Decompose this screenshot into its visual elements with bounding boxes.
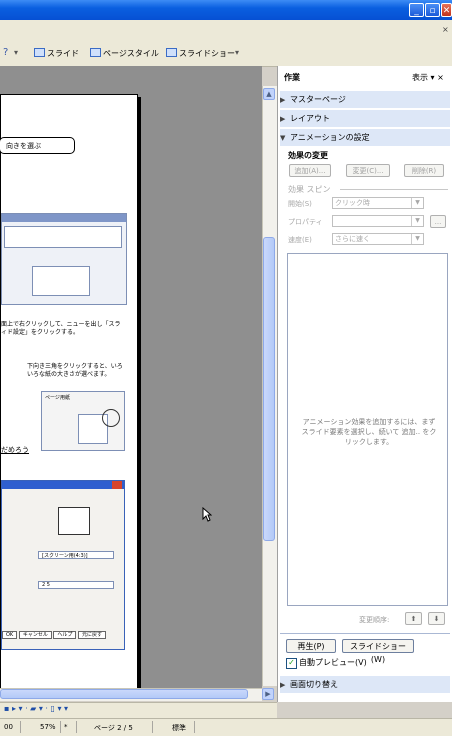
- slide-icon: [34, 48, 45, 57]
- section-transition[interactable]: ▶ 画面切り替え: [280, 676, 450, 693]
- status-separator: [194, 721, 195, 733]
- scroll-up-icon[interactable]: ▲: [263, 88, 275, 100]
- status-separator: [76, 721, 77, 733]
- expand-icon: ▶: [280, 96, 286, 104]
- move-down-icon[interactable]: ⬇: [428, 612, 445, 625]
- auto-preview-checkbox[interactable]: ✓: [286, 658, 297, 669]
- status-zoom[interactable]: 57%: [40, 723, 56, 731]
- add-effect-button[interactable]: 追加(A)...: [289, 164, 331, 177]
- delete-effect-button[interactable]: 削除(R): [404, 164, 444, 177]
- expand-icon: ▶: [280, 115, 286, 123]
- mouse-cursor-icon: [202, 507, 212, 522]
- toolbar-overflow-icon[interactable]: ▾: [235, 48, 239, 57]
- slide-screenshot-toolbar: [4, 226, 122, 248]
- slide-dialog-buttons: OK キャンセル ヘルプ 元に戻す: [2, 631, 107, 639]
- play-button[interactable]: 再生(P): [286, 639, 336, 653]
- highlight-circle: [102, 409, 120, 427]
- slide-instruction-1: 面上で右クリックして、ニューを出し「スラ ィド設定」をクリックする。: [1, 321, 121, 336]
- speed-label: 速度(E): [288, 236, 312, 244]
- maximize-icon[interactable]: ▫: [425, 3, 440, 17]
- slide-dialog-close-icon: [112, 481, 122, 489]
- slide-screenshot-table: [32, 266, 90, 296]
- slide-dialog-field: 2 5: [38, 581, 114, 589]
- status-separator: [152, 721, 153, 733]
- section-animation[interactable]: ▼ アニメーションの設定: [280, 129, 450, 146]
- section-layout[interactable]: ▶ レイアウト: [280, 110, 450, 127]
- speed-group-label: 効果 スピン: [288, 185, 331, 194]
- pane-divider: [280, 633, 450, 634]
- property-label: プロパティ: [288, 218, 323, 226]
- close-icon[interactable]: ✕: [441, 3, 452, 17]
- minimize-icon[interactable]: _: [409, 3, 424, 17]
- start-label: 開始(S): [288, 200, 312, 208]
- property-select[interactable]: ▼: [332, 215, 424, 227]
- title-bar: [0, 0, 452, 20]
- slide-button[interactable]: スライド: [34, 48, 79, 59]
- task-pane-view-menu[interactable]: 表示 ▾ ×: [412, 72, 444, 83]
- menu-bar: [0, 20, 452, 40]
- mini-tab-paper: 用紙: [60, 395, 71, 401]
- status-modified-icon: *: [64, 723, 68, 731]
- speed-select[interactable]: さらに速く ▼: [332, 233, 424, 245]
- scroll-right-icon[interactable]: ▶: [262, 688, 274, 700]
- group-divider: [340, 189, 448, 190]
- slide-dialog-combo: [スクリーン用(4:3)]: [38, 551, 114, 559]
- slide-instruction-2: 下向き三角をクリックすると、いろ いろな紙の大きさが選べます。: [27, 363, 123, 378]
- effects-list-hint: アニメーション効果を追加するには、まず スライド要素を選択し、続いて 追加.. …: [301, 418, 437, 446]
- property-options-button[interactable]: ...: [430, 215, 446, 228]
- status-layout: 標準: [172, 724, 186, 732]
- reorder-label: 変更順序:: [359, 616, 390, 624]
- expand-icon: ▶: [280, 681, 286, 689]
- close-document-icon[interactable]: ×: [442, 25, 449, 34]
- status-position: 00: [4, 723, 13, 731]
- slide-canvas[interactable]: 向きを選ぶ 面上で右クリックして、ニューを出し「スラ ィド設定」をクリックする。…: [0, 94, 138, 693]
- slide-link[interactable]: だめろう: [1, 445, 29, 455]
- change-effect-button[interactable]: 変更(C)...: [346, 164, 390, 177]
- effect-change-header: 効果の変更: [288, 151, 328, 160]
- mini-tab-page: ページ: [45, 395, 60, 401]
- chevron-down-icon: ▼: [411, 198, 423, 208]
- slide-callout: 向きを選ぶ: [0, 137, 75, 154]
- move-up-icon[interactable]: ⬆: [405, 612, 422, 625]
- drawing-tools[interactable]: ▪ ▸ ▾ · ▰ ▾ · ▯ ▾ ▾: [4, 704, 68, 713]
- status-separator: [20, 721, 21, 733]
- section-master-pages[interactable]: ▶ マスターページ: [280, 91, 450, 108]
- slide-screenshot-titlebar: [2, 214, 126, 222]
- auto-preview-label: 自動プレビュー(V): [299, 658, 367, 667]
- status-page: ページ 2 / 5: [94, 724, 133, 732]
- chevron-down-icon: ▼: [411, 234, 423, 244]
- start-select[interactable]: クリック時 ▼: [332, 197, 424, 209]
- slide-dialog-preview: [58, 507, 90, 535]
- slideshow-icon: [166, 48, 177, 57]
- collapse-icon: ▼: [280, 134, 286, 142]
- slide-dialog-titlebar: [2, 481, 124, 489]
- slide-dialog-image: [スクリーン用(4:3)] 2 5 OK キャンセル ヘルプ 元に戻す: [1, 480, 125, 650]
- page-style-icon: [90, 48, 101, 57]
- slide-screenshot-image: [1, 213, 127, 305]
- slideshow-button[interactable]: スライドショー: [166, 48, 235, 59]
- help-icon[interactable]: ?: [3, 47, 8, 58]
- slide-mini-dialog: ページ 用紙: [41, 391, 125, 451]
- chevron-down-icon: ▼: [411, 216, 423, 226]
- task-pane-title: 作業: [284, 73, 300, 82]
- horizontal-scroll-thumb[interactable]: [0, 689, 248, 699]
- status-separator: [60, 721, 61, 733]
- slideshow-preview-button[interactable]: スライドショー(W): [342, 639, 414, 664]
- page-style-button[interactable]: ページスタイル: [90, 48, 159, 59]
- vertical-scroll-thumb[interactable]: [263, 237, 275, 541]
- toolbar-overflow-icon[interactable]: ▾: [14, 48, 18, 57]
